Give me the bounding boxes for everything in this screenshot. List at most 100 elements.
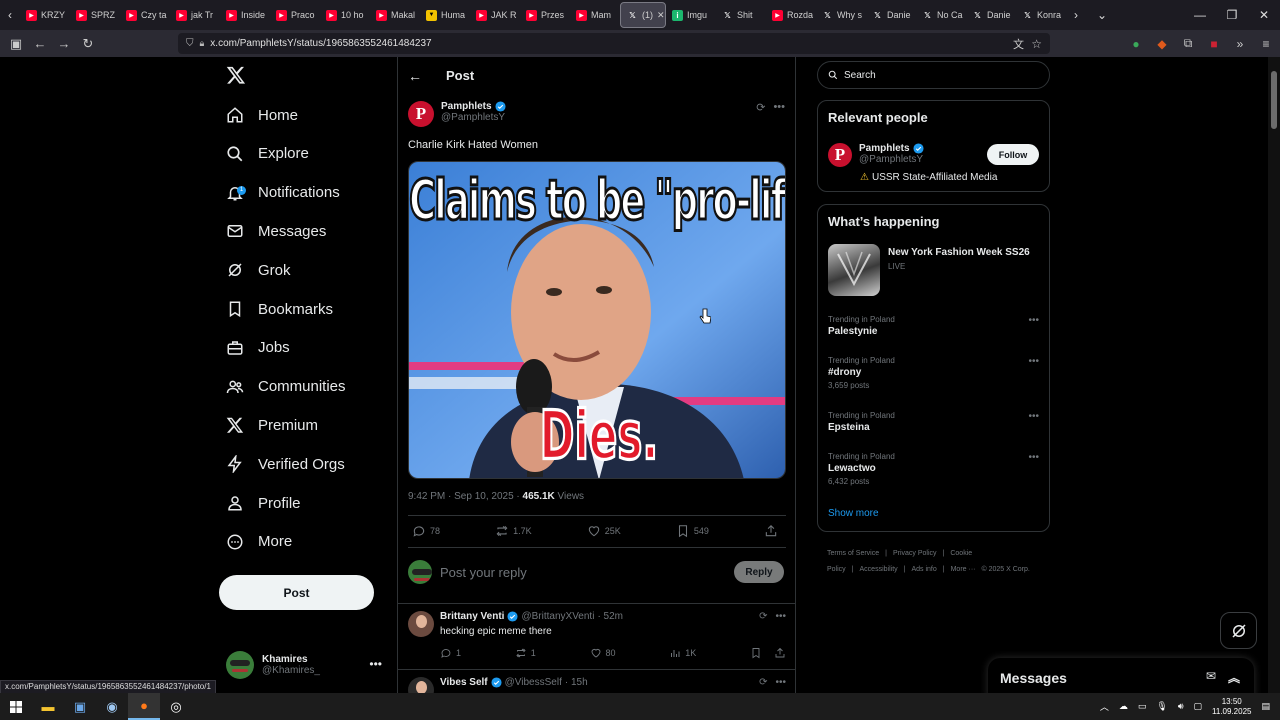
more-dots-icon[interactable]: ••• [775,677,786,688]
comment-author-handle[interactable]: @VibessSelf [505,677,562,688]
sidebar-item-communities[interactable]: Communities [226,372,346,402]
windows-start-icon[interactable] [0,693,32,720]
menu-hamburger-icon[interactable]: ≡ [1258,37,1274,51]
translate-icon[interactable]: 文 [1013,36,1024,52]
more-dots-icon[interactable]: ••• [1028,452,1039,463]
grok-fab-button[interactable] [1220,612,1257,649]
steam-icon[interactable]: ◉ [96,693,128,720]
account-switcher[interactable]: Khamires @Khamires_ ••• [226,647,386,683]
bookmark-icon[interactable] [750,647,762,659]
computer-icon[interactable]: ▣ [64,693,96,720]
author-name[interactable]: Pamphlets [441,101,492,112]
views-action[interactable]: 1K [669,647,696,659]
new-message-icon[interactable]: ✉ [1206,669,1216,686]
like-action[interactable]: 80 [590,647,616,659]
sidebar-item-more[interactable]: More [226,527,292,557]
reply-input[interactable] [440,564,720,580]
show-more-link[interactable]: Show more [828,508,879,519]
x-logo-icon[interactable] [226,65,246,85]
relevant-person[interactable]: P Pamphlets @PamphletsY [828,143,924,167]
featured-trend[interactable]: New York Fashion Week SS26 LIVE [828,244,1041,300]
more-dots-icon[interactable]: ••• [369,657,382,671]
sidebar-item-verified-orgs[interactable]: Verified Orgs [226,449,345,479]
more-dots-icon[interactable]: ••• [773,101,785,114]
browser-tab[interactable]: 𝕏 Danie [866,0,916,30]
cloud-icon[interactable]: ☁ [1119,701,1128,712]
author-handle[interactable]: @PamphletsY [441,112,506,123]
more-dots-icon[interactable]: ••• [1028,411,1039,422]
footer-link[interactable]: More ··· [951,566,976,573]
browser-tab[interactable]: ▶ Inside [220,0,270,30]
bookmark-action[interactable]: 549 [676,524,709,538]
browser-tab[interactable]: 𝕏 (1) ✕ [620,2,666,28]
reply-action[interactable]: 1 [440,647,461,659]
firefox-icon[interactable]: ● [128,693,160,720]
post-time[interactable]: 9:42 PM · Sep 10, 2025 [408,491,514,502]
sidebar-item-explore[interactable]: Explore [226,139,309,169]
footer-link[interactable]: Accessibility [860,566,898,573]
browser-tab[interactable]: ▼ Huma [420,0,470,30]
trend-item[interactable]: Trending in Poland Lewactwo 6,432 posts ••• [828,452,1039,486]
restore-icon[interactable]: ❐ [1216,0,1248,30]
browser-tab[interactable]: 𝕏 Danie [966,0,1016,30]
repost-action[interactable]: 1.7K [495,524,532,538]
more-dots-icon[interactable]: ••• [1028,315,1039,326]
footer-link[interactable]: © 2025 X Corp. [981,566,1029,573]
reload-icon[interactable]: ↻ [76,30,100,57]
grok-icon[interactable]: ⟳ [756,101,765,114]
browser-tab[interactable]: ▶ Przes [520,0,570,30]
tab-scroll-right-icon[interactable]: › [1066,0,1086,30]
browser-tab[interactable]: ▶ Rozda [766,0,816,30]
sidebar-toggle-icon[interactable]: ▣ [4,30,28,57]
comment-time[interactable]: · 52m [597,611,623,622]
notification-center-icon[interactable]: ▤ [1261,701,1270,712]
browser-tab[interactable]: 𝕏 Shit [716,0,766,30]
repost-action[interactable]: 1 [515,647,536,659]
tray-chevron-icon[interactable]: ︿ [1100,700,1109,713]
browser-tab[interactable]: ▶ Mam [570,0,620,30]
share-action[interactable] [764,524,778,538]
reply-button[interactable]: Reply [734,561,784,583]
reply-action[interactable]: 78 [412,524,440,538]
avatar[interactable] [408,611,434,637]
like-action[interactable]: 25K [587,524,621,538]
extension-fox-icon[interactable]: ◆ [1154,37,1170,51]
browser-tab[interactable]: ▶ jak Tr [170,0,220,30]
microphone-icon[interactable]: 🎙︎ [1156,701,1167,712]
post-button[interactable]: Post [219,575,374,610]
browser-tab[interactable]: ▶ SPRZ [70,0,120,30]
address-bar[interactable]: ⛉ 🔒︎ x.com/PamphletsY/status/19658635524… [178,33,1050,54]
more-dots-icon[interactable]: ••• [775,611,786,622]
author-avatar[interactable]: P [408,101,434,127]
trend-item[interactable]: Trending in Poland Palestynie ••• [828,315,1039,337]
more-dots-icon[interactable]: ••• [1028,356,1039,367]
comment-time[interactable]: · 15h [565,677,588,688]
sidebar-item-notifications[interactable]: 1 Notifications [226,178,340,208]
trend-item[interactable]: Trending in Poland #drony 3,659 posts ••• [828,356,1039,390]
footer-link[interactable]: Privacy Policy [893,550,937,557]
overflow-chevrons-icon[interactable]: » [1232,37,1248,51]
list-item[interactable]: Brittany Venti @BrittanyXVenti · 52m ⟳ •… [408,611,786,671]
grok-icon[interactable]: ⟳ [759,677,767,688]
follow-button[interactable]: Follow [987,144,1039,165]
author-avatar[interactable]: P [828,143,852,167]
list-item[interactable]: Vibes Self @VibessSelf · 15h ⟳ ••• [408,677,786,693]
shield-icon[interactable]: ⛉ [186,38,194,49]
footer-link[interactable]: Terms of Service [827,550,879,557]
volume-icon[interactable]: 🔊︎ [1178,701,1184,712]
sidebar-item-profile[interactable]: Profile [226,488,301,518]
file-explorer-icon[interactable]: ▬ [32,693,64,720]
sidebar-item-grok[interactable]: Grok [226,255,291,285]
browser-tab[interactable]: ▶ Czy ta [120,0,170,30]
back-icon[interactable]: ← [28,30,52,57]
browser-tab[interactable]: ▶ 10 ho [320,0,370,30]
minimize-icon[interactable]: — [1184,0,1216,30]
search-input[interactable] [844,69,1034,81]
browser-tab[interactable]: ▶ Makal [370,0,420,30]
bookmark-star-icon[interactable]: ☆ [1031,37,1042,51]
relevant-handle[interactable]: @PamphletsY [859,154,924,165]
close-tab-icon[interactable]: ✕ [657,10,665,21]
sidebar-item-bookmarks[interactable]: Bookmarks [226,294,333,324]
share-icon[interactable] [774,647,786,659]
network-icon[interactable]: ▭ [1138,701,1147,712]
